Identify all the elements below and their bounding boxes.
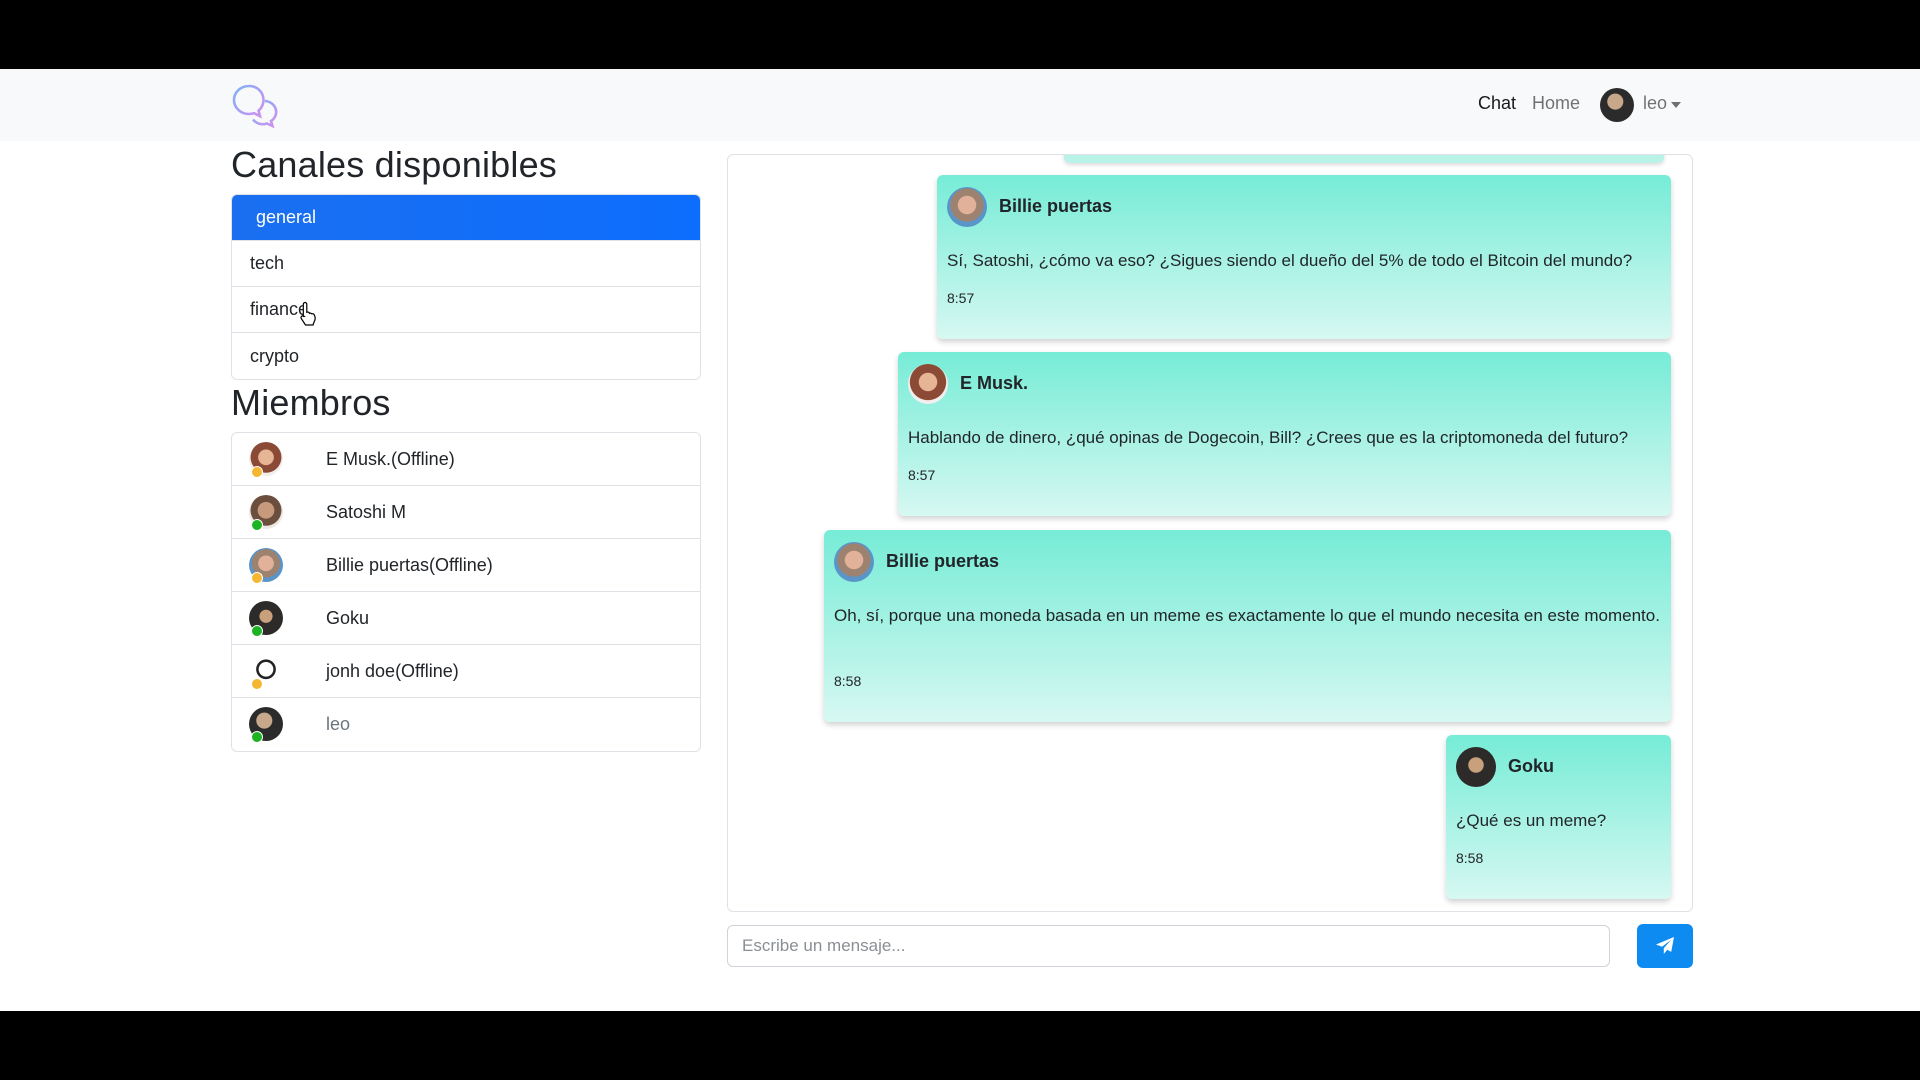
avatar	[834, 542, 874, 582]
online-status-dot	[251, 625, 263, 637]
member-item[interactable]: Satoshi M	[232, 486, 700, 539]
nav-link-home[interactable]: Home	[1532, 93, 1580, 114]
message-card: Goku ¿Qué es un meme? 8:58	[1446, 735, 1671, 899]
channel-item-general[interactable]: general	[232, 195, 700, 241]
page: Chat Home leo Canales disponibles genera…	[0, 69, 1920, 1011]
member-item[interactable]: Goku	[232, 592, 700, 645]
message-text: Hablando de dinero, ¿qué opinas de Dogec…	[908, 428, 1629, 447]
message-author: E Musk.	[960, 373, 1029, 393]
message-text: Oh, sí, porque una moneda basada en un m…	[834, 606, 1660, 625]
offline-status-dot	[251, 466, 263, 478]
offline-status-dot	[251, 572, 263, 584]
channel-list: general tech finance crypto	[231, 194, 701, 380]
member-name: leo	[326, 714, 351, 734]
avatar	[1456, 747, 1496, 787]
member-name: Satoshi M	[326, 501, 407, 522]
message-card-partial	[1064, 155, 1664, 163]
user-avatar[interactable]	[1600, 88, 1634, 122]
online-status-dot	[251, 731, 263, 743]
message-time: 8:58	[834, 673, 862, 689]
member-name: Goku	[326, 607, 370, 628]
channel-item-crypto[interactable]: crypto	[232, 333, 700, 379]
member-item[interactable]: leo	[232, 698, 700, 751]
chat-bubbles-icon[interactable]	[231, 83, 279, 129]
message-text: Sí, Satoshi, ¿cómo va eso? ¿Sigues siend…	[947, 251, 1633, 270]
message-card: Billie puertas Sí, Satoshi, ¿cómo va eso…	[937, 175, 1671, 339]
member-item[interactable]: jonh doe(Offline)	[232, 645, 700, 698]
channels-title: Canales disponibles	[231, 144, 558, 185]
message-author: Billie puertas	[886, 551, 1000, 571]
message-author: Billie puertas	[999, 196, 1113, 216]
paper-plane-icon	[1656, 937, 1674, 954]
avatar	[908, 364, 948, 404]
send-button[interactable]	[1637, 924, 1693, 968]
navbar: Chat Home leo	[0, 69, 1920, 141]
message-time: 8:58	[1456, 850, 1484, 866]
avatar	[947, 187, 987, 227]
channel-item-tech[interactable]: tech	[232, 241, 700, 287]
member-item[interactable]: E Musk.(Offline)	[232, 433, 700, 486]
message-card: Billie puertas Oh, sí, porque una moneda…	[824, 530, 1671, 722]
message-list[interactable]: Billie puertas Sí, Satoshi, ¿cómo va eso…	[727, 154, 1693, 912]
member-name: Billie puertas(Offline)	[326, 554, 493, 575]
message-text: ¿Qué es un meme?	[1456, 811, 1607, 830]
online-status-dot	[251, 519, 263, 531]
letterbox-bottom	[0, 1011, 1920, 1080]
nav-link-chat[interactable]: Chat	[1478, 93, 1516, 114]
message-author: Goku	[1508, 756, 1555, 776]
user-menu-name[interactable]: leo	[1643, 93, 1667, 114]
message-card: E Musk. Hablando de dinero, ¿qué opinas …	[898, 352, 1671, 516]
member-name: jonh doe(Offline)	[326, 660, 459, 681]
offline-status-dot	[251, 678, 263, 690]
letterbox-top	[0, 0, 1920, 69]
message-time: 8:57	[947, 290, 975, 306]
message-input[interactable]	[727, 925, 1610, 967]
members-title: Miembros	[231, 382, 391, 423]
member-item[interactable]: Billie puertas(Offline)	[232, 539, 700, 592]
member-list: E Musk.(Offline) Satoshi M Billie puerta…	[231, 432, 701, 752]
message-time: 8:57	[908, 467, 936, 483]
mouse-cursor-icon	[300, 301, 316, 326]
caret-down-icon[interactable]	[1671, 102, 1681, 108]
member-name: E Musk.(Offline)	[326, 448, 455, 469]
